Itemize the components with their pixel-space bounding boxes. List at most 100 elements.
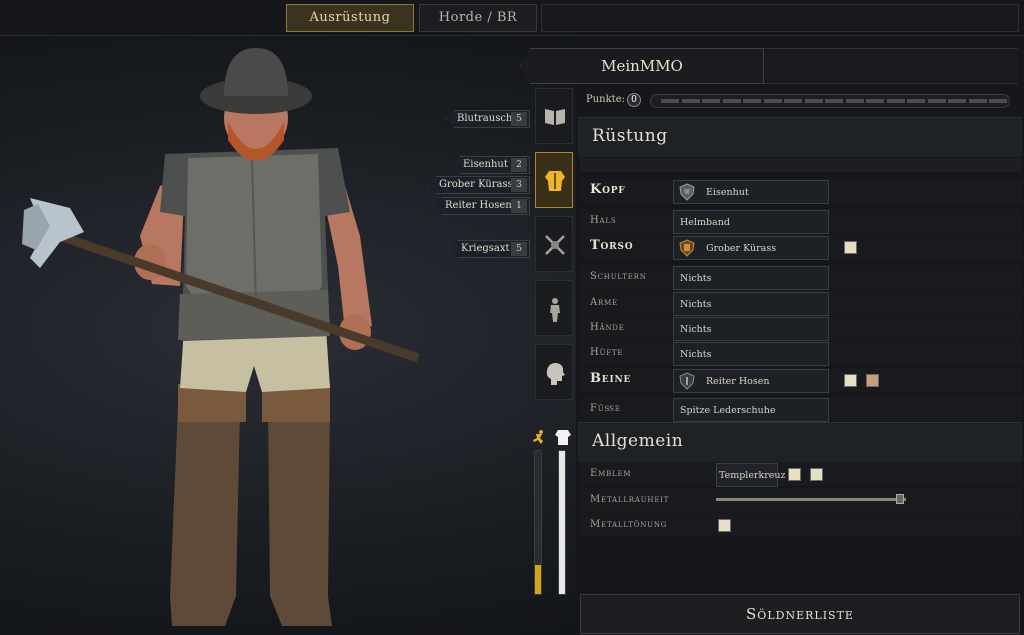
punkte-segment [784,99,802,103]
armor-item-select[interactable]: Nichts [673,342,829,366]
armor-item-select[interactable]: Grober Kürass [673,236,829,260]
loadout-tag-label: Eisenhut [463,159,508,170]
punkte-segment [722,99,741,103]
armor-item-select[interactable]: Nichts [673,317,829,341]
armor-row-4: Arme Nichts [580,291,1022,316]
armor-item-select[interactable]: Reiter Hosen [673,369,829,393]
emblem-row: Emblem Templerkreuz [580,462,1022,487]
armor-color-swatch[interactable] [844,241,857,254]
armor-item-name: Helmband [680,217,730,228]
armor-item-name: Reiter Hosen [706,376,770,387]
punkte-segment [989,99,1007,103]
allgemein-title: Allgemein [592,431,684,451]
emblem-color-swatch-2[interactable] [810,468,823,481]
category-column [532,86,576,416]
armor-item-select[interactable]: Helmband [673,210,829,234]
loadout-tag-count: 5 [511,112,527,126]
ruestung-section-header: Rüstung [578,117,1022,157]
armor-slot-label: Arme [590,297,618,308]
armor-item-name: Nichts [680,324,712,335]
category-head[interactable] [535,344,573,400]
punkte-segment [825,99,843,103]
punkte-segment [948,99,966,103]
armor-item-select[interactable]: Nichts [673,266,829,290]
armor-slot-label: Torso [590,238,634,253]
profile-header-extension [764,48,1018,84]
armor-slot-label: Füße [590,403,621,414]
armor-item-select[interactable]: Eisenhut [673,180,829,204]
emblem-label: Emblem [590,468,632,479]
loadout-tag-legs[interactable]: Reiter Hosen 1 [434,197,530,215]
emblem-value: Templerkreuz [719,470,786,481]
crossed-weapons-icon [545,235,565,255]
punkte-segment [743,99,761,103]
armor-row-2: Torso Grober Kürass [580,235,1022,260]
punkte-segment [845,99,864,103]
armor-slot-label: Kopf [590,182,626,197]
punkte-segment [968,99,987,103]
armor-color-swatch[interactable] [844,374,857,387]
sprint-icon [533,430,544,444]
punkte-segment [927,99,946,103]
loadout-tag-count: 5 [511,242,527,256]
metalltoenung-label: Metalltönung [590,519,668,530]
ruestung-spacer [580,158,1022,172]
armor-item-select[interactable]: Nichts [673,292,829,316]
tab-horde-br[interactable]: Horde / BR [419,4,537,32]
emblem-color-swatch-1[interactable] [788,468,801,481]
punkte-segment [763,99,782,103]
loadout-tag-perk[interactable]: Blutrausch 5 [446,110,530,128]
tab-empty [541,4,1019,32]
armor-bar-fill [559,451,565,594]
loadout-tag-torso[interactable]: Grober Kürass 3 [428,176,530,194]
loadout-tag-head[interactable]: Eisenhut 2 [452,156,530,174]
armor-icon [545,171,565,191]
body-icon [550,298,560,322]
punkte-segment [681,99,700,103]
loadout-tag-label: Reiter Hosen [445,200,512,211]
tab-ausruestung[interactable]: Ausrüstung [286,4,414,32]
category-weapons[interactable] [535,216,573,272]
armor-slot-label: Hüfte [590,347,624,358]
loadout-tag-weapon[interactable]: Kriegsaxt 5 [450,240,530,258]
armor-row-7: Beine Reiter Hosen [580,368,1022,393]
armor-item-name: Nichts [680,349,712,360]
armor-row-6: Hüfte Nichts [580,341,1022,366]
metalltoenung-color-swatch[interactable] [718,519,731,532]
punkte-segment [866,99,884,103]
profile-name-header[interactable]: MeinMMO [520,48,764,84]
punkte-segment [907,99,925,103]
book-icon [545,109,565,125]
soeldnerliste-button[interactable]: Söldnerliste [580,594,1020,634]
category-perks[interactable] [535,88,573,144]
armor-item-name: Spitze Lederschuhe [680,405,776,416]
stamina-bar [534,450,542,595]
armor-item-name: Grober Kürass [706,243,777,254]
armor-item-name: Eisenhut [706,187,749,198]
punkte-segment [804,99,823,103]
armor-slot-label: Hände [590,322,625,333]
armor-slot-label: Beine [590,371,632,386]
punkte-value: 0 [627,93,641,107]
armor-color-swatch[interactable] [866,374,879,387]
character-model [22,48,420,626]
armor-row-0: Kopf Eisenhut [580,179,1022,204]
stamina-bar-fill [535,565,541,594]
emblem-select[interactable]: Templerkreuz [716,463,786,487]
armor-row-3: Schultern Nichts [580,265,1022,290]
loadout-tag-count: 3 [511,178,527,192]
armor-row-5: Hände Nichts [580,316,1022,341]
armor-row-1: Hals Helmband [580,209,1022,234]
armor-item-name: Nichts [680,299,712,310]
head-icon [546,363,565,385]
category-body[interactable] [535,280,573,336]
armor-item-select[interactable]: Spitze Lederschuhe [673,398,829,422]
character-preview[interactable] [0,36,520,635]
ruestung-title: Rüstung [592,126,668,146]
metallrauheit-slider-track[interactable] [716,498,906,501]
loadout-tag-count: 2 [511,158,527,172]
metallrauheit-slider-handle[interactable] [896,494,905,504]
category-armor[interactable] [535,152,573,208]
loadout-tag-label: Kriegsaxt [461,243,510,254]
armor-bar [558,450,566,595]
